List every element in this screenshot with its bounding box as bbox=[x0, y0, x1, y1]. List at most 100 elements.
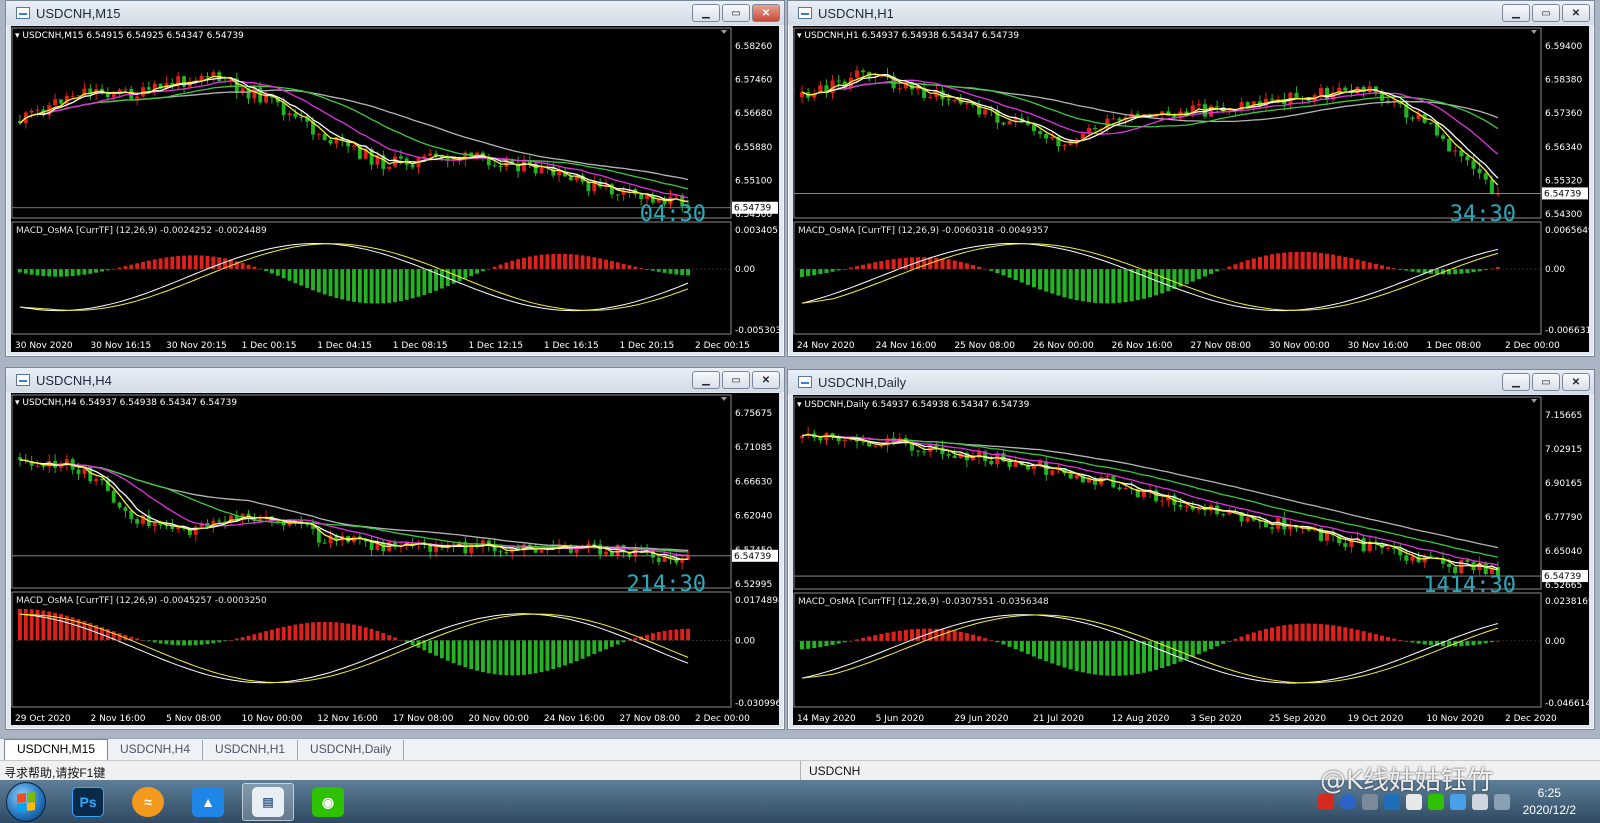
candle-body bbox=[952, 455, 957, 458]
chart-window-titlebar[interactable]: USDCNH,Daily ▁ ▭ ✕ bbox=[788, 370, 1594, 394]
macd-bar bbox=[1044, 269, 1049, 292]
maximize-button[interactable]: ▭ bbox=[722, 371, 750, 389]
macd-bar bbox=[1019, 269, 1024, 283]
macd-bar bbox=[404, 269, 409, 300]
candle-body bbox=[369, 541, 374, 550]
macd-bar bbox=[1477, 640, 1482, 645]
candle-body bbox=[842, 439, 847, 442]
macd-bar bbox=[854, 266, 860, 270]
current-price-label: 6.54739 bbox=[1544, 189, 1581, 199]
chart-window-1[interactable]: USDCNH,M15 ▁ ▭ ✕ ▾ USDCNH,M15 6.54915 6.5492… bbox=[5, 0, 785, 357]
macd-bar bbox=[281, 269, 286, 279]
time-axis-tick: 12 Nov 16:00 bbox=[317, 714, 378, 724]
macd-bar bbox=[1086, 640, 1092, 674]
macd-bar bbox=[193, 255, 198, 270]
macd-bar bbox=[1141, 269, 1146, 299]
wechat-taskbar-button[interactable]: ◉ bbox=[302, 783, 354, 821]
chart-window-3[interactable]: USDCNH,H4 ▁ ▭ ✕ ▾ USDCNH,H4 6.54937 6.54938 … bbox=[5, 367, 785, 730]
chart-window-titlebar[interactable]: USDCNH,H1 ▁ ▭ ✕ bbox=[788, 1, 1594, 25]
chart-canvas[interactable]: ▾ USDCNH,M15 6.54915 6.54925 6.54347 6.5… bbox=[11, 26, 779, 352]
candle-body bbox=[117, 502, 122, 508]
chart-canvas[interactable]: ▾ USDCNH,H1 6.54937 6.54938 6.54347 6.54… bbox=[793, 26, 1589, 352]
macd-bar bbox=[187, 640, 192, 646]
candle-body bbox=[1196, 508, 1201, 510]
macd-bar bbox=[182, 640, 186, 646]
chart-canvas[interactable]: ▾ USDCNH,H4 6.54937 6.54938 6.54347 6.54… bbox=[11, 393, 779, 725]
flag-icon[interactable] bbox=[1493, 793, 1510, 810]
price-axis-tick: 6.58380 bbox=[1545, 76, 1582, 86]
macd-bar bbox=[1080, 269, 1085, 302]
macd-bar bbox=[387, 269, 392, 303]
macd-bar bbox=[475, 640, 480, 671]
macd-bar bbox=[958, 261, 963, 270]
macd-bar bbox=[264, 631, 269, 641]
macd-bar bbox=[275, 628, 280, 641]
tab-daily[interactable]: USDCNH,Daily bbox=[298, 740, 405, 760]
macd-indicator-label: MACD_OsMA [CurrTF] (12,26,9) -0.0045257 … bbox=[16, 596, 267, 606]
current-price-label: 6.54739 bbox=[1544, 572, 1581, 582]
close-button[interactable]: ✕ bbox=[752, 4, 780, 22]
candle-body bbox=[205, 76, 210, 78]
macd-bar bbox=[1270, 627, 1275, 641]
chart-window-icon bbox=[798, 376, 812, 388]
candle-body bbox=[281, 102, 286, 116]
candle-body bbox=[557, 172, 562, 176]
macd-bar bbox=[1373, 634, 1378, 641]
maximize-button[interactable]: ▭ bbox=[1532, 4, 1560, 22]
chart-canvas[interactable]: ▾ USDCNH,Daily 6.54937 6.54938 6.54347 6… bbox=[793, 395, 1589, 725]
candle-body bbox=[111, 490, 116, 503]
macd-bar bbox=[363, 269, 368, 304]
macd-bar bbox=[463, 269, 468, 279]
system-clock[interactable]: 6:25 2020/12/2 bbox=[1523, 785, 1576, 819]
photoshop-taskbar-button[interactable]: Ps bbox=[62, 783, 114, 821]
macd-bar bbox=[469, 640, 474, 670]
time-axis-tick: 12 Aug 2020 bbox=[1112, 714, 1170, 724]
price-axis-tick: 6.56340 bbox=[1545, 143, 1582, 153]
macd-bar bbox=[1245, 260, 1250, 270]
status-help-text: 寻求帮助,请按F1键 bbox=[4, 766, 106, 780]
macd-bar bbox=[59, 269, 63, 277]
close-button[interactable]: ✕ bbox=[1562, 4, 1590, 22]
candle-body bbox=[29, 110, 34, 113]
time-axis-tick: 5 Nov 08:00 bbox=[166, 714, 221, 724]
candle-body bbox=[861, 70, 866, 73]
tab-h1[interactable]: USDCNH,H1 bbox=[203, 740, 299, 760]
minimize-button[interactable]: ▁ bbox=[1502, 373, 1530, 391]
close-button[interactable]: ✕ bbox=[1562, 373, 1590, 391]
macd-bar bbox=[498, 264, 503, 270]
macd-bar bbox=[1086, 269, 1092, 303]
chart-window-2[interactable]: USDCNH,H1 ▁ ▭ ✕ ▾ USDCNH,H1 6.54937 6.54938 … bbox=[787, 0, 1595, 357]
maximize-button[interactable]: ▭ bbox=[722, 4, 750, 22]
candlesticks bbox=[18, 69, 690, 213]
macd-bar bbox=[1123, 269, 1128, 303]
chart-window-titlebar[interactable]: USDCNH,M15 ▁ ▭ ✕ bbox=[6, 1, 784, 25]
macd-bar bbox=[897, 630, 902, 641]
macd-bar bbox=[357, 269, 362, 303]
close-button[interactable]: ✕ bbox=[752, 371, 780, 389]
macd-bar bbox=[1172, 640, 1177, 664]
time-axis-tick: 24 Nov 16:00 bbox=[876, 341, 937, 351]
blue-app-taskbar-button[interactable]: ▲ bbox=[182, 783, 234, 821]
minimize-button[interactable]: ▁ bbox=[692, 371, 720, 389]
tab-h4[interactable]: USDCNH,H4 bbox=[108, 740, 204, 760]
macd-indicator-label: MACD_OsMA [CurrTF] (12,26,9) -0.0024252 … bbox=[16, 226, 267, 236]
macd-bar bbox=[1196, 269, 1201, 280]
chart-window-4[interactable]: USDCNH,Daily ▁ ▭ ✕ ▾ USDCNH,Daily 6.54937 6.… bbox=[787, 369, 1595, 730]
fish-app-taskbar-button[interactable]: ≈ bbox=[122, 783, 174, 821]
macd-bar bbox=[1227, 266, 1232, 270]
macd-bar bbox=[1062, 640, 1067, 668]
macd-bar bbox=[812, 640, 817, 649]
macd-bar bbox=[633, 638, 638, 641]
candle-body bbox=[328, 140, 333, 144]
time-axis-tick: 10 Nov 00:00 bbox=[242, 714, 303, 724]
trading-terminal-taskbar-button[interactable]: ▤ bbox=[242, 783, 294, 821]
tab-m15[interactable]: USDCNH,M15 bbox=[4, 739, 109, 760]
macd-bar bbox=[674, 629, 679, 641]
maximize-button[interactable]: ▭ bbox=[1532, 373, 1560, 391]
candle-body bbox=[915, 450, 921, 452]
chart-window-titlebar[interactable]: USDCNH,H4 ▁ ▭ ✕ bbox=[6, 368, 784, 392]
macd-bar bbox=[340, 622, 345, 641]
start-button[interactable] bbox=[6, 782, 46, 822]
minimize-button[interactable]: ▁ bbox=[1502, 4, 1530, 22]
minimize-button[interactable]: ▁ bbox=[692, 4, 720, 22]
